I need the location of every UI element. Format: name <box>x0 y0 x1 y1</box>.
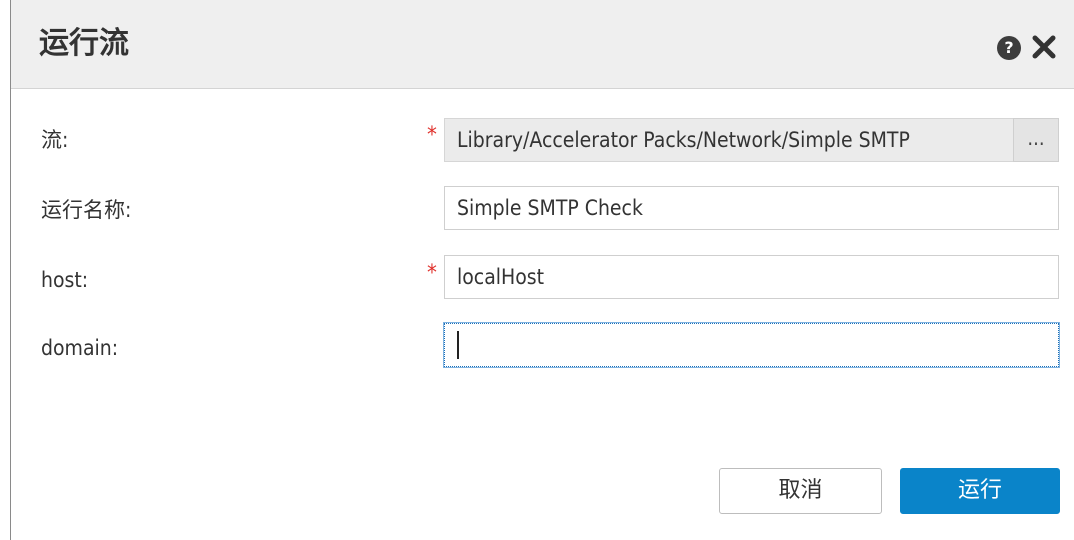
host-label: host: <box>41 268 89 292</box>
run-button[interactable]: 运行 <box>900 468 1060 514</box>
domain-input[interactable] <box>443 322 1060 368</box>
question-circle-icon[interactable]: ? <box>997 36 1021 60</box>
browse-flow-button[interactable]: ... <box>1013 118 1059 162</box>
dialog-header: 运行流 ? <box>11 0 1074 89</box>
domain-label: domain: <box>41 336 119 360</box>
run-name-label: 运行名称: <box>41 198 132 222</box>
flow-label: 流: <box>41 128 69 152</box>
flow-required-marker: * <box>427 123 437 148</box>
close-icon[interactable] <box>1029 32 1059 62</box>
host-required-marker: * <box>427 261 437 286</box>
host-input[interactable]: localHost <box>444 255 1059 299</box>
cancel-button[interactable]: 取消 <box>719 468 882 514</box>
run-flow-dialog: 运行流 ? 流: * Library/Accelerator Packs/Net… <box>10 0 1074 540</box>
run-name-input[interactable]: Simple SMTP Check <box>444 186 1059 230</box>
dialog-title: 运行流 <box>39 26 129 61</box>
flow-path-field[interactable]: Library/Accelerator Packs/Network/Simple… <box>444 118 1014 162</box>
text-cursor <box>457 330 459 359</box>
